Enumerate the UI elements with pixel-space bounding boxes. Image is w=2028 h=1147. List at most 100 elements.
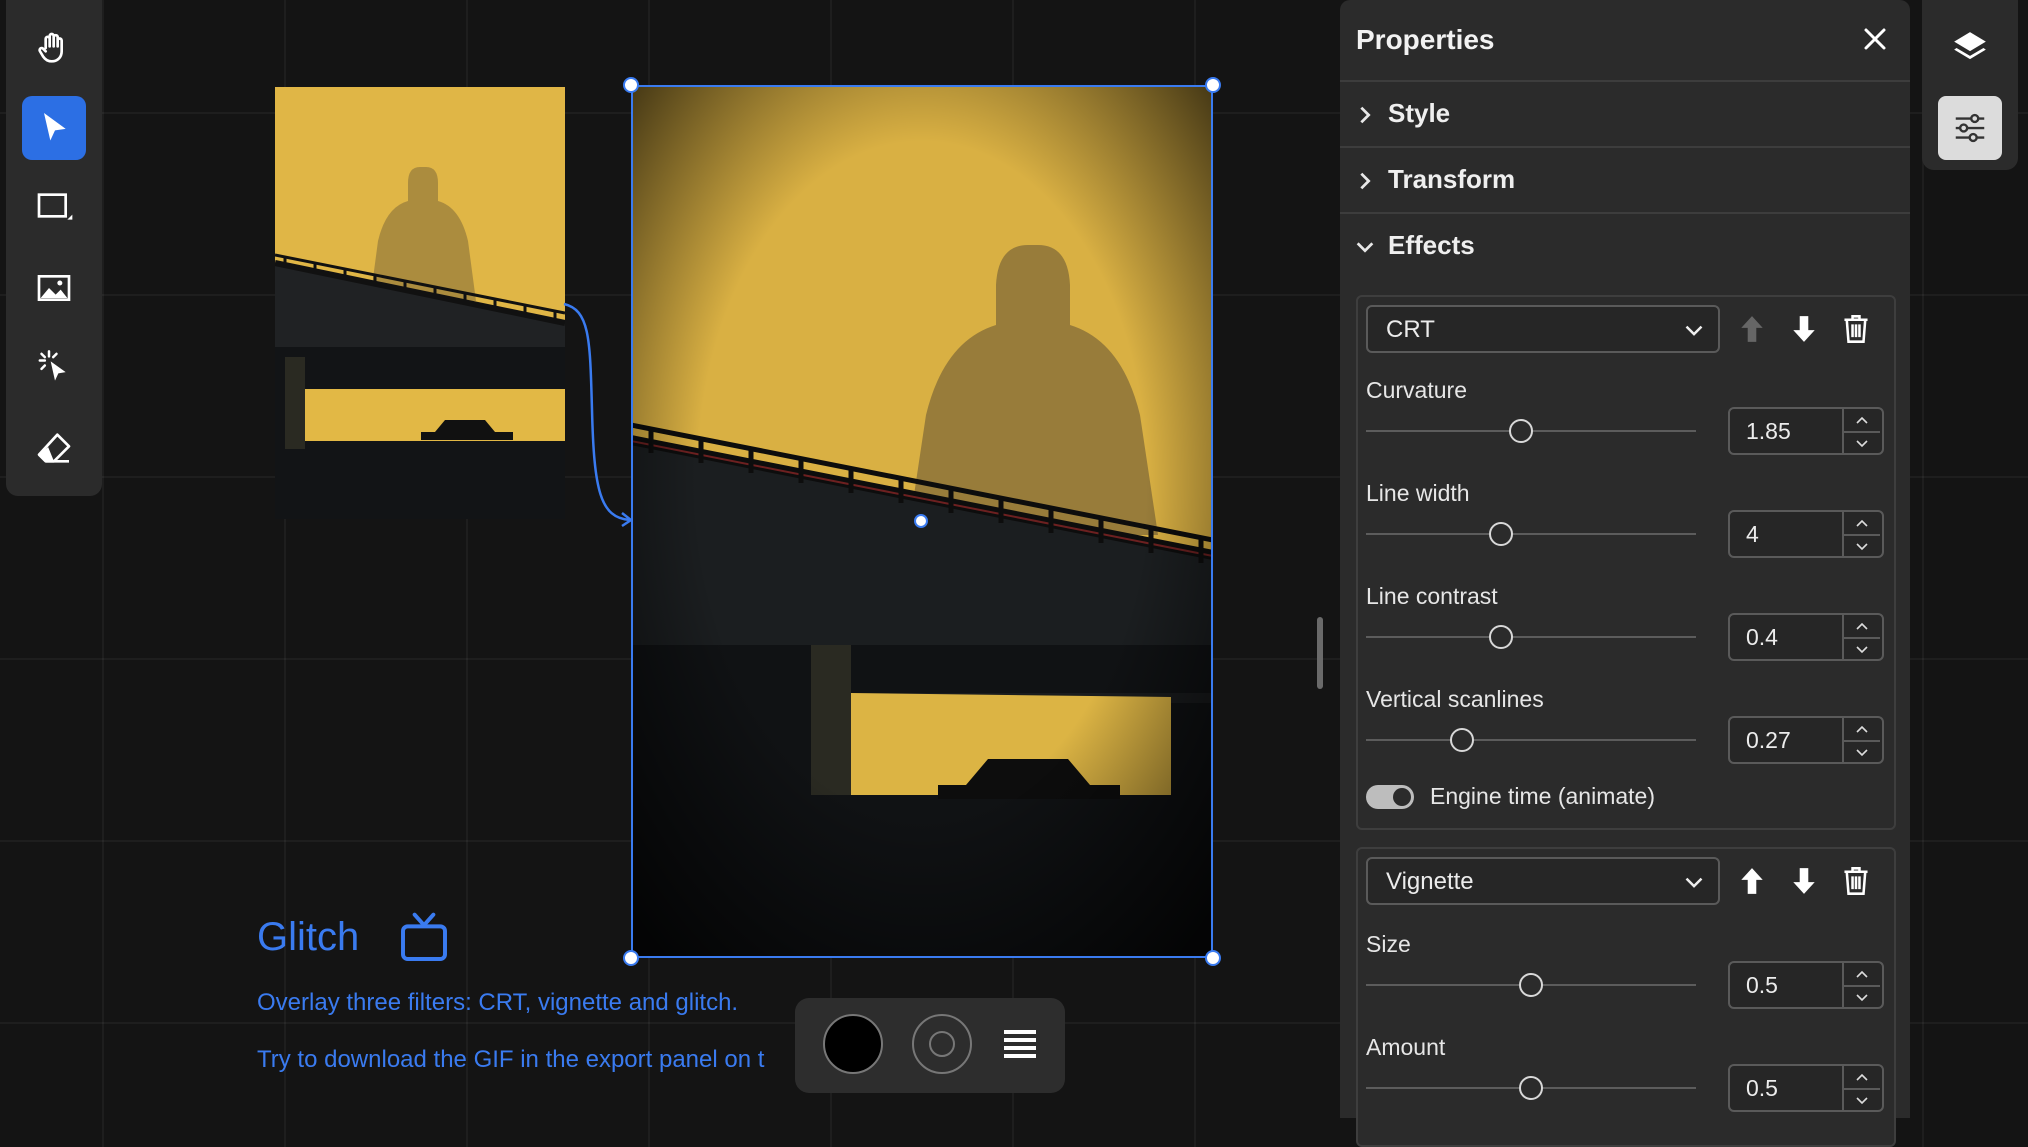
effect-type-value: CRT [1386, 316, 1435, 343]
image-tool-button[interactable] [22, 256, 86, 320]
arrow-down-icon [1793, 868, 1815, 894]
section-style-header[interactable]: Style [1340, 80, 1910, 146]
effect-vignette: Vignette Size 0.5 Amount 0.5 [1356, 847, 1896, 1147]
amount-label: Amount [1366, 1034, 1446, 1060]
decrement-icon[interactable] [1844, 985, 1880, 1009]
effect-type-select[interactable]: Vignette [1366, 857, 1720, 905]
curvature-slider[interactable] [1366, 419, 1696, 443]
source-photo-art [275, 87, 565, 519]
move-effect-down-button[interactable] [1786, 309, 1822, 349]
hand-tool-button[interactable] [22, 16, 86, 80]
line-width-slider[interactable] [1366, 522, 1696, 546]
image-icon [37, 275, 71, 301]
canvas-description-line-1[interactable]: Overlay three filters: CRT, vignette and… [257, 989, 738, 1017]
resize-handle-top-right[interactable] [1205, 77, 1221, 93]
move-effect-up-button[interactable] [1734, 309, 1770, 349]
engine-time-label: Engine time (animate) [1430, 783, 1655, 809]
curvature-input[interactable]: 1.85 [1728, 407, 1884, 455]
effect-type-select[interactable]: CRT [1366, 305, 1720, 353]
canvas-description-line-2[interactable]: Try to download the GIF in the export pa… [257, 1046, 764, 1074]
vertical-scanlines-slider[interactable] [1366, 728, 1696, 752]
increment-icon[interactable] [1844, 718, 1880, 740]
resize-handle-bottom-left[interactable] [623, 950, 639, 966]
canvas-title[interactable]: Glitch [257, 915, 359, 960]
panel-switcher [1922, 0, 2018, 170]
arrow-up-icon [1741, 316, 1763, 342]
tv-icon [401, 912, 447, 961]
decrement-icon[interactable] [1844, 431, 1880, 455]
size-slider[interactable] [1366, 973, 1696, 997]
decrement-icon[interactable] [1844, 1088, 1880, 1112]
decrement-icon[interactable] [1844, 637, 1880, 661]
line-contrast-value: 0.4 [1746, 624, 1778, 650]
shape-style-bar [795, 998, 1065, 1093]
chevron-down-icon [1685, 877, 1703, 888]
section-transform-header[interactable]: Transform [1340, 146, 1910, 212]
menu-icon[interactable] [1000, 1026, 1040, 1064]
close-button[interactable] [1858, 22, 1892, 56]
select-tool-button[interactable] [22, 96, 86, 160]
line-contrast-slider[interactable] [1366, 625, 1696, 649]
section-effects-header[interactable]: Effects [1340, 212, 1910, 278]
magic-select-tool-button[interactable] [22, 336, 86, 400]
increment-icon[interactable] [1844, 963, 1880, 985]
increment-icon[interactable] [1844, 409, 1880, 431]
decrement-icon[interactable] [1844, 534, 1880, 558]
properties-button[interactable] [1938, 96, 2002, 160]
increment-icon[interactable] [1844, 615, 1880, 637]
size-label: Size [1366, 931, 1411, 957]
layers-button[interactable] [1938, 16, 2002, 80]
effect-crt: CRT Curvature 1.85 Line width 4 Line con… [1356, 295, 1896, 830]
sliders-icon [1955, 113, 1985, 143]
decrement-icon[interactable] [1844, 740, 1880, 764]
vertical-scanlines-value: 0.27 [1746, 727, 1791, 753]
engine-time-toggle[interactable] [1366, 785, 1414, 809]
line-width-label: Line width [1366, 480, 1470, 506]
hand-icon [38, 32, 64, 63]
fill-color-swatch[interactable] [823, 1014, 883, 1074]
increment-icon[interactable] [1844, 1066, 1880, 1088]
trash-icon [1844, 315, 1868, 343]
magic-cursor-icon [38, 350, 66, 381]
amount-slider[interactable] [1366, 1076, 1696, 1100]
delete-effect-button[interactable] [1838, 309, 1874, 349]
panel-resize-grip[interactable] [1317, 617, 1323, 689]
amount-value: 0.5 [1746, 1075, 1778, 1101]
arrow-up-icon [1741, 868, 1763, 894]
connector-anchor-handle[interactable] [914, 514, 928, 528]
rectangle-icon [37, 193, 73, 220]
eraser-tool-button[interactable] [22, 416, 86, 480]
connector-arrow [563, 302, 634, 528]
properties-panel: Properties Style Transform Effects CRT C… [1340, 0, 1910, 1147]
line-width-input[interactable]: 4 [1728, 510, 1884, 558]
source-photo[interactable] [275, 87, 565, 519]
close-icon [1864, 28, 1886, 50]
curvature-label: Curvature [1366, 377, 1467, 403]
section-style-label: Style [1388, 98, 1451, 128]
section-effects-label: Effects [1388, 230, 1475, 260]
rectangle-tool-button[interactable] [22, 176, 86, 240]
increment-icon[interactable] [1844, 512, 1880, 534]
size-input[interactable]: 0.5 [1728, 961, 1884, 1009]
chevron-down-icon [1685, 325, 1703, 336]
move-effect-up-button[interactable] [1734, 861, 1770, 901]
effect-type-value: Vignette [1386, 868, 1474, 895]
line-contrast-input[interactable]: 0.4 [1728, 613, 1884, 661]
panel-title: Properties [1356, 24, 1495, 55]
cursor-arrow-icon [44, 113, 66, 141]
section-transform-label: Transform [1388, 164, 1516, 194]
vertical-scanlines-label: Vertical scanlines [1366, 686, 1544, 712]
tools-toolbar [6, 0, 102, 496]
vertical-scanlines-input[interactable]: 0.27 [1728, 716, 1884, 764]
layers-icon [1954, 32, 1986, 60]
line-contrast-label: Line contrast [1366, 583, 1498, 609]
curvature-value: 1.85 [1746, 418, 1791, 444]
move-effect-down-button[interactable] [1786, 861, 1822, 901]
stroke-color-swatch[interactable] [912, 1014, 972, 1074]
size-value: 0.5 [1746, 972, 1778, 998]
resize-handle-top-left[interactable] [623, 77, 639, 93]
amount-input[interactable]: 0.5 [1728, 1064, 1884, 1112]
delete-effect-button[interactable] [1838, 861, 1874, 901]
resize-handle-bottom-right[interactable] [1205, 950, 1221, 966]
eraser-icon [37, 433, 71, 463]
